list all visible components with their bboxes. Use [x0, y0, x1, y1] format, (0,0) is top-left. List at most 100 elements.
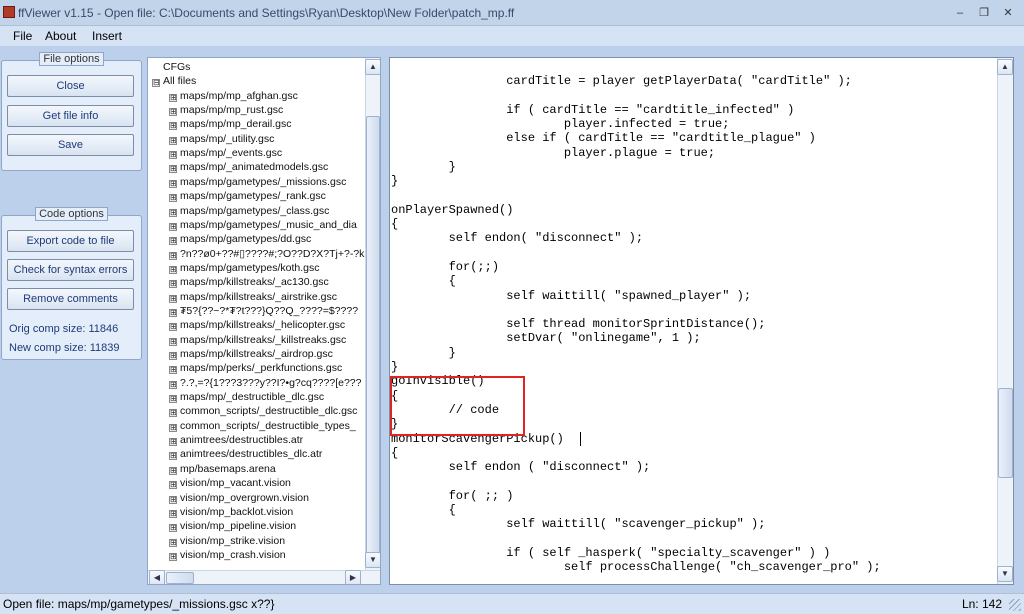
expand-icon[interactable]: ⊞ — [169, 380, 177, 389]
tree-file-item[interactable]: ⊞ animtrees/destructibles.atr — [169, 433, 303, 447]
tree-scroll-thumb[interactable] — [366, 116, 380, 556]
tree-root-cfgs[interactable]: CFGs — [152, 60, 190, 74]
tree-file-item[interactable]: ⊞ vision/mp_backlot.vision — [169, 505, 293, 519]
resize-grip-icon[interactable] — [1009, 599, 1021, 611]
tree-file-item[interactable]: ⊞ maps/mp/gametypes/_music_and_dia — [169, 218, 357, 232]
code-text[interactable]: cardTitle = player getPlayerData( "cardT… — [391, 58, 996, 584]
tree-file-item[interactable]: ⊞ maps/mp/perks/_perkfunctions.gsc — [169, 361, 342, 375]
tree-file-item[interactable]: ⊞ maps/mp/gametypes/_missions.gsc — [169, 175, 346, 189]
scroll-left-icon[interactable]: ◀ — [149, 570, 165, 584]
tree-file-item[interactable]: ⊞ maps/mp/killstreaks/_airdrop.gsc — [169, 347, 333, 361]
tree-file-item[interactable]: ⊞ vision/mp_pipeline.vision — [169, 519, 296, 533]
expand-icon[interactable]: ⊞ — [169, 552, 177, 561]
tree-file-item[interactable]: ⊞ maps/mp/gametypes/_class.gsc — [169, 204, 329, 218]
tree-file-item[interactable]: ⊞ maps/mp/gametypes/_rank.gsc — [169, 189, 326, 203]
expand-icon[interactable]: ⊞ — [169, 208, 177, 217]
expand-icon[interactable]: ⊞ — [169, 481, 177, 490]
tree-file-item[interactable]: ⊞ vision/mp_overgrown.vision — [169, 491, 309, 505]
restore-button[interactable]: ❐ — [972, 5, 996, 21]
expand-icon[interactable]: ⊞ — [169, 366, 177, 375]
expand-icon[interactable]: ⊞ — [169, 308, 177, 317]
code-line: } — [391, 159, 456, 174]
tree-file-item[interactable]: ⊞ maps/mp/mp_derail.gsc — [169, 117, 291, 131]
tree-file-item[interactable]: ⊞ maps/mp/_events.gsc — [169, 146, 282, 160]
tree-file-item[interactable]: ⊞ maps/mp/_utility.gsc — [169, 132, 274, 146]
expand-icon[interactable]: ⊞ — [169, 93, 177, 102]
expand-icon[interactable]: ⊞ — [169, 423, 177, 432]
tree-file-item[interactable]: ⊞ mp/basemaps.arena — [169, 462, 276, 476]
tree-file-item[interactable]: ⊞ ?.?,=?{1???3???y??I?•g?cq????[e??? — [169, 376, 361, 390]
status-open-file: Open file: maps/mp/gametypes/_missions.g… — [3, 597, 275, 611]
expand-icon[interactable]: ⊞ — [169, 509, 177, 518]
expand-icon[interactable]: ⊞ — [169, 409, 177, 418]
export-code-button[interactable]: Export code to file — [7, 230, 134, 252]
expand-icon[interactable]: ⊞ — [169, 466, 177, 475]
expand-icon[interactable]: ⊞ — [169, 151, 177, 160]
code-vertical-scrollbar[interactable]: ▲ ▼ — [997, 58, 1013, 584]
expand-icon[interactable]: ⊞ — [169, 165, 177, 174]
expand-icon[interactable]: ⊞ — [169, 280, 177, 289]
tree-file-item[interactable]: ⊞ maps/mp/gametypes/koth.gsc — [169, 261, 319, 275]
save-button[interactable]: Save — [7, 134, 134, 156]
expand-icon[interactable]: ⊞ — [169, 495, 177, 504]
tree-file-item[interactable]: ⊞ common_scripts/_destructible_dlc.gsc — [169, 404, 357, 418]
tree-file-item[interactable]: ⊞ maps/mp/gametypes/dd.gsc — [169, 232, 311, 246]
expand-icon[interactable]: ⊞ — [169, 395, 177, 404]
expand-icon[interactable]: ⊞ — [169, 179, 177, 188]
expand-icon[interactable]: ⊞ — [169, 136, 177, 145]
close-file-button[interactable]: Close — [7, 75, 134, 97]
code-scroll-thumb[interactable] — [998, 388, 1013, 478]
tree-file-item[interactable]: ⊞ common_scripts/_destructible_types_ — [169, 419, 356, 433]
tree-file-item[interactable]: ⊞ maps/mp/mp_afghan.gsc — [169, 89, 298, 103]
expand-icon[interactable]: ⊞ — [169, 452, 177, 461]
scroll-up-icon[interactable]: ▲ — [365, 59, 380, 75]
tree-file-item[interactable]: ⊞ maps/mp/killstreaks/_ac130.gsc — [169, 275, 329, 289]
expand-icon[interactable]: ⊞ — [169, 538, 177, 547]
menu-about[interactable]: About — [45, 29, 76, 43]
expand-icon[interactable]: ⊞ — [169, 337, 177, 346]
scroll-right-icon[interactable]: ▶ — [345, 570, 361, 584]
minimize-button[interactable]: – — [948, 5, 972, 21]
close-window-button[interactable]: ✕ — [996, 5, 1020, 21]
file-options-group: File options Close Get file info Save — [1, 52, 142, 171]
code-scroll-down-icon[interactable]: ▼ — [997, 566, 1013, 582]
scroll-down-icon[interactable]: ▼ — [365, 552, 380, 568]
tree-file-item[interactable]: ⊞ maps/mp/mp_rust.gsc — [169, 103, 283, 117]
tree-file-item[interactable]: ⊞ ?n??ø0+??#▯????#;?O??D?X?Tj+?-?k — [169, 247, 364, 261]
expand-icon[interactable]: ⊞ — [169, 438, 177, 447]
check-syntax-button[interactable]: Check for syntax errors — [7, 259, 134, 281]
tree-file-item[interactable]: ⊞ maps/mp/_destructible_dlc.gsc — [169, 390, 324, 404]
tree-file-item[interactable]: ⊞ vision/mp_vacant.vision — [169, 476, 291, 490]
expand-icon[interactable]: ⊞ — [169, 122, 177, 131]
collapse-icon[interactable]: ⊟ — [152, 79, 160, 88]
expand-icon[interactable]: ⊞ — [169, 524, 177, 533]
expand-icon[interactable]: ⊞ — [169, 108, 177, 117]
code-scroll-up-icon[interactable]: ▲ — [997, 59, 1013, 75]
menu-insert[interactable]: Insert — [92, 29, 122, 43]
expand-icon[interactable]: ⊞ — [169, 194, 177, 203]
tree-hscroll-thumb[interactable] — [166, 572, 194, 584]
menu-file[interactable]: File — [13, 29, 32, 43]
expand-icon[interactable]: ⊞ — [169, 323, 177, 332]
tree-vertical-scrollbar[interactable]: ▲ ▼ — [365, 58, 380, 570]
expand-icon[interactable]: ⊞ — [169, 237, 177, 246]
tree-file-item[interactable]: ⊞ animtrees/destructibles_dlc.atr — [169, 447, 322, 461]
expand-icon[interactable]: ⊞ — [169, 251, 177, 260]
tree-root-all-files[interactable]: ⊟ All files — [152, 74, 196, 88]
code-editor[interactable]: cardTitle = player getPlayerData( "cardT… — [389, 57, 1014, 585]
get-file-info-button[interactable]: Get file info — [7, 105, 134, 127]
tree-file-item[interactable]: ⊞ vision/mp_crash.vision — [169, 548, 286, 562]
expand-icon[interactable]: ⊞ — [169, 265, 177, 274]
expand-icon[interactable]: ⊞ — [169, 222, 177, 231]
text-caret — [580, 432, 581, 446]
tree-file-item[interactable]: ⊞ maps/mp/killstreaks/_airstrike.gsc — [169, 290, 337, 304]
tree-file-item[interactable]: ⊞ maps/mp/killstreaks/_killstreaks.gsc — [169, 333, 346, 347]
expand-icon[interactable]: ⊞ — [169, 352, 177, 360]
remove-comments-button[interactable]: Remove comments — [7, 288, 134, 310]
expand-icon[interactable]: ⊞ — [169, 294, 177, 303]
tree-file-item[interactable]: ⊞ maps/mp/killstreaks/_helicopter.gsc — [169, 318, 345, 332]
tree-file-item[interactable]: ⊞ ₮5?{??~?*₮?t???}Q??Q_????=$???? — [169, 304, 358, 318]
tree-file-item[interactable]: ⊞ vision/mp_strike.vision — [169, 534, 285, 548]
tree-file-item[interactable]: ⊞ maps/mp/_animatedmodels.gsc — [169, 160, 328, 174]
tree-horizontal-scrollbar[interactable]: ◀ ▶ — [148, 570, 380, 584]
